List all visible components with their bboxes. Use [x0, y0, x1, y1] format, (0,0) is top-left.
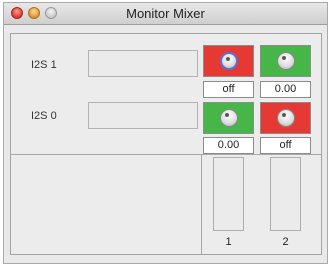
crosspoint-value[interactable]: off: [260, 137, 311, 154]
input-label-i2s-1: I2S 1: [31, 59, 57, 71]
knob-icon[interactable]: [219, 109, 238, 127]
output-meter-1: [213, 157, 244, 231]
crosspoint-value[interactable]: 0.00: [260, 81, 311, 98]
input-row-field-i2s-1: [88, 50, 198, 77]
output-label-2: 2: [282, 236, 289, 248]
crosspoint-knob-cell[interactable]: [203, 102, 254, 134]
section-divider: [11, 154, 321, 155]
column-divider: [201, 154, 202, 254]
output-meter-2: [270, 157, 301, 231]
crosspoint-value[interactable]: off: [203, 81, 254, 98]
output-label-1: 1: [225, 236, 232, 248]
knob-icon[interactable]: [276, 109, 295, 127]
input-row-field-i2s-0: [88, 102, 198, 129]
knob-icon[interactable]: [276, 52, 295, 70]
crosspoint-value[interactable]: 0.00: [203, 137, 254, 154]
input-label-i2s-0: I2S 0: [31, 110, 57, 122]
crosspoint-knob-cell[interactable]: [260, 45, 311, 77]
window-title: Monitor Mixer: [126, 6, 205, 21]
mixer-panel: I2S 1 off 0.00 I2S 0 0.00 off 1 2: [10, 33, 322, 255]
crosspoint-knob-cell[interactable]: [260, 102, 311, 134]
knob-icon[interactable]: [219, 52, 238, 70]
crosspoint-knob-cell[interactable]: [203, 45, 254, 77]
title-bar: Monitor Mixer: [4, 3, 327, 25]
monitor-mixer-window: Monitor Mixer I2S 1 off 0.00 I2S 0 0.00 …: [3, 2, 328, 264]
